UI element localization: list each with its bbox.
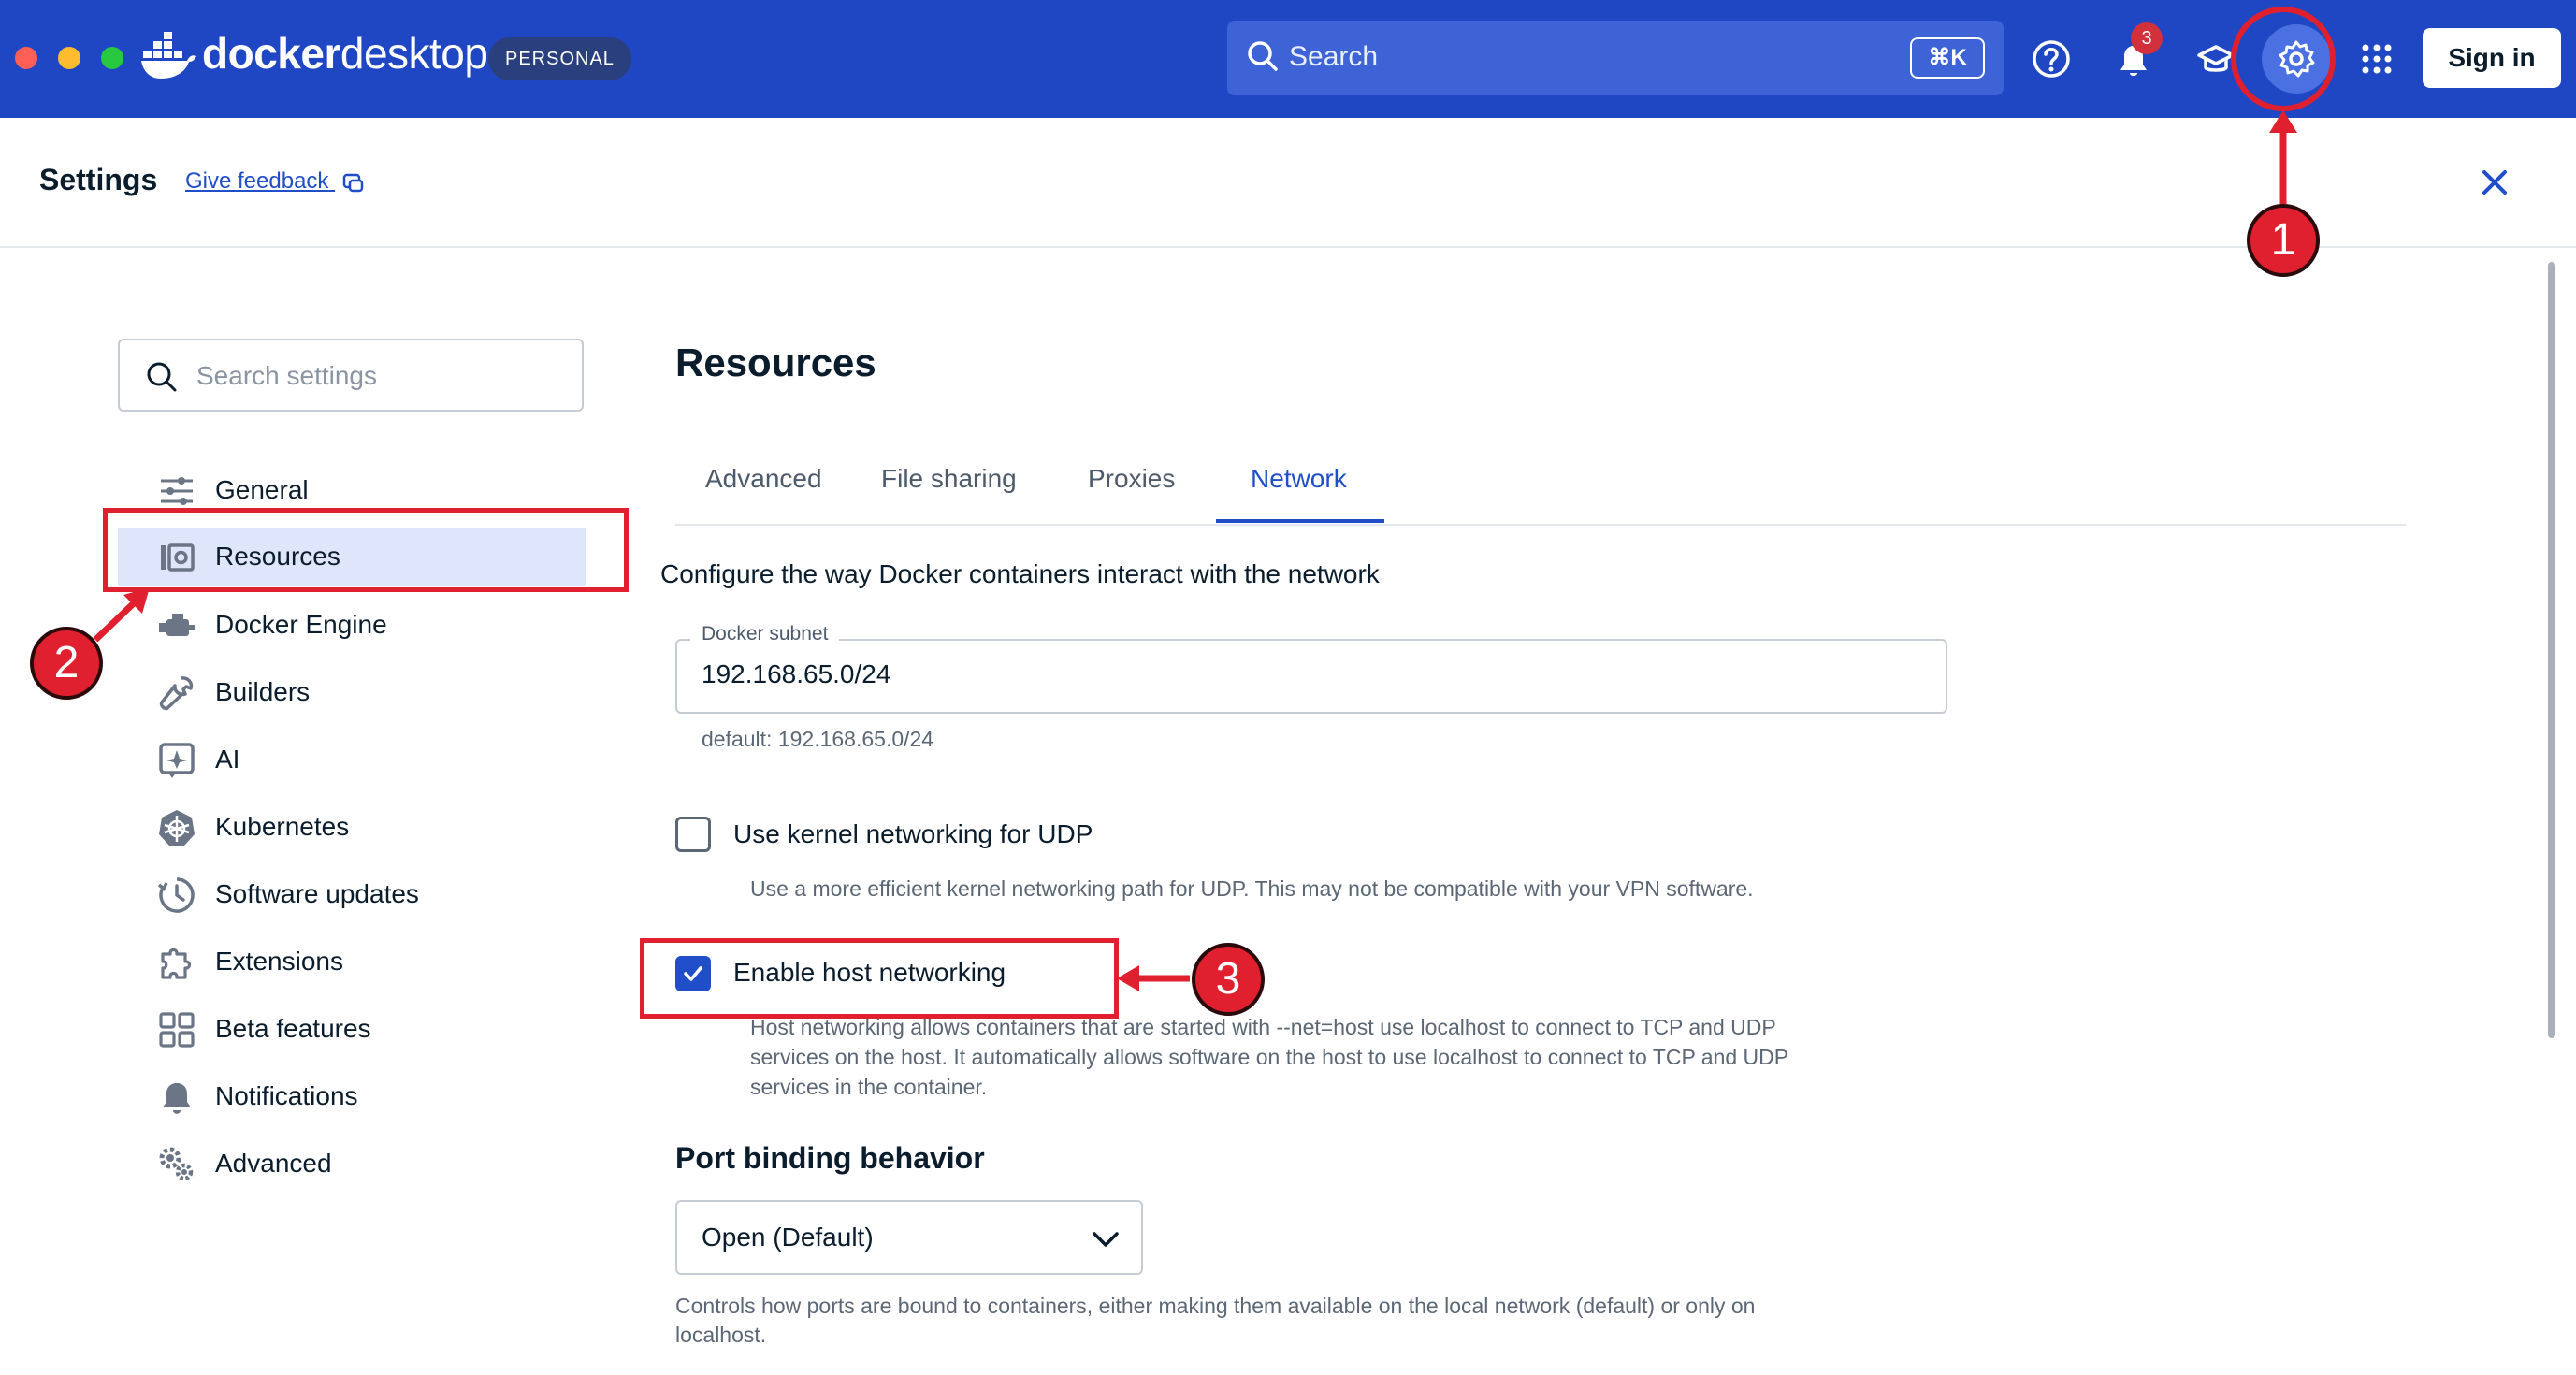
annotation-step-2: 2 (30, 627, 103, 700)
annotation-arrowhead-3 (1117, 965, 1139, 991)
annotation-highlight-ring (2231, 7, 2336, 111)
annotation-step-1: 1 (2247, 204, 2320, 277)
annotation-box-resources (103, 508, 629, 592)
annotation-step-3: 3 (1192, 943, 1265, 1016)
annotation-arrows (93, 7, 2336, 991)
annotation-arrow-2 (93, 598, 139, 643)
annotation-box-host-networking (640, 938, 1119, 1019)
annotation-arrowhead-1 (2269, 110, 2297, 133)
